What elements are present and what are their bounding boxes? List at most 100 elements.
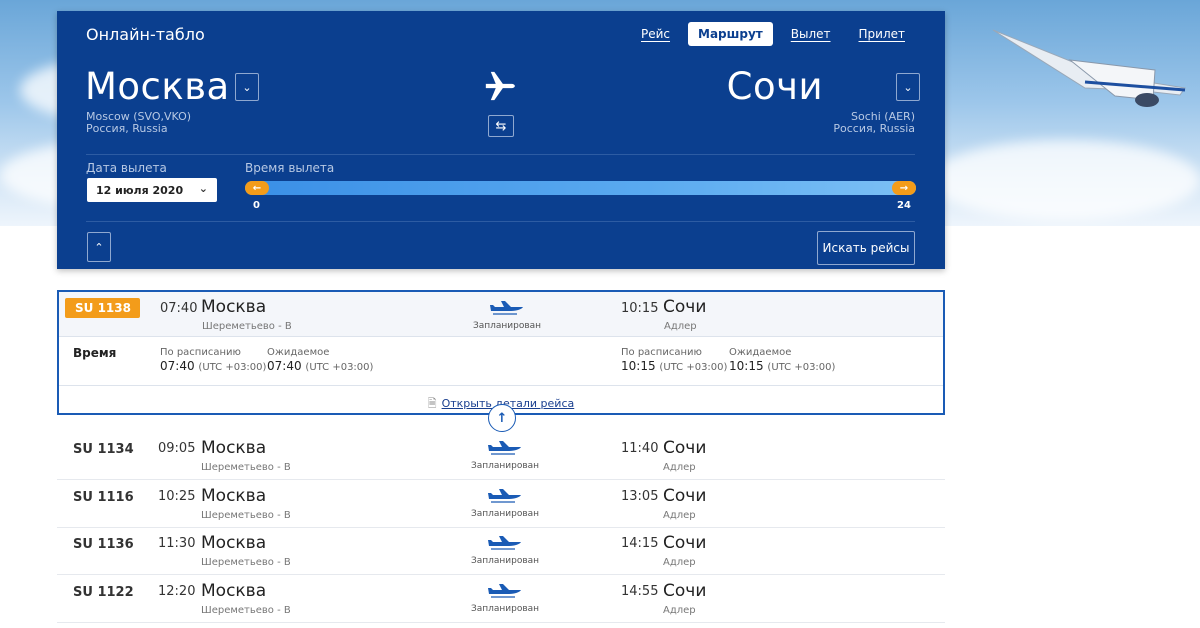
time-section-label: Время [73, 346, 117, 360]
dep-airport: Шереметьево - B [201, 510, 291, 521]
from-city: Москва [85, 65, 230, 108]
time-max: 24 [897, 200, 911, 211]
arr-airport: Адлер [663, 605, 696, 616]
arrow-left-icon: ← [252, 182, 262, 194]
collapse-row-button[interactable]: ↑ [488, 404, 516, 432]
swap-arrows-icon: ⇆ [495, 118, 507, 134]
arr-airport: Адлер [663, 557, 696, 568]
dep-expected-label: Ожидаемое [267, 347, 330, 358]
dep-city: Москва [201, 438, 267, 458]
arr-time: 11:40 [621, 441, 659, 456]
dep-city: Москва [201, 533, 267, 553]
dep-time: 10:25 [158, 489, 196, 504]
arr-time: 14:55 [621, 584, 659, 599]
arr-airport: Адлер [663, 510, 696, 521]
dep-city: Москва [201, 297, 267, 317]
arr-city: Сочи [663, 438, 707, 458]
divider [86, 154, 915, 155]
tab-flight[interactable]: Рейс [631, 22, 680, 46]
plane-status-icon [488, 489, 521, 503]
arrow-right-icon: → [899, 182, 909, 194]
dep-airport: Шереметьево - B [202, 321, 292, 332]
flight-row-expanded[interactable]: SU 1138 07:40 Москва Шереметьево - B Зап… [57, 290, 945, 415]
divider [86, 221, 915, 222]
arr-scheduled-value: 10:15 (UTC +03:00) [621, 359, 728, 373]
from-country: Россия, Russia [86, 122, 168, 135]
arr-expected-value: 10:15 (UTC +03:00) [729, 359, 836, 373]
flight-row[interactable]: SU 1136 11:30 Москва Шереметьево - B Зап… [57, 527, 945, 575]
status-text: Запланирован [470, 604, 540, 614]
expanded-header: SU 1138 07:40 Москва Шереметьево - B Зап… [59, 292, 943, 337]
dep-airport: Шереметьево - B [201, 462, 291, 473]
arr-city: Сочи [663, 297, 707, 317]
arr-time: 14:15 [621, 536, 659, 551]
date-select[interactable]: 12 июля 2020 ⌄ [87, 178, 217, 202]
date-value: 12 июля 2020 [96, 183, 184, 197]
airplane-icon [485, 71, 515, 101]
chevron-down-icon: ⌄ [903, 80, 913, 94]
arr-airport: Адлер [663, 462, 696, 473]
search-flights-button[interactable]: Искать рейсы [817, 231, 915, 265]
tab-route[interactable]: Маршрут [688, 22, 773, 46]
flight-row[interactable]: SU 1134 09:05 Москва Шереметьево - B Зап… [57, 432, 945, 480]
divider [59, 385, 943, 386]
status-text: Запланирован [470, 461, 540, 471]
plane-status-icon [488, 584, 521, 598]
arr-scheduled-label: По расписанию [621, 347, 702, 358]
arr-expected-label: Ожидаемое [729, 347, 792, 358]
range-handle-left[interactable]: ← [245, 181, 269, 195]
swap-cities-button[interactable]: ⇆ [488, 115, 514, 137]
arr-city: Сочи [663, 581, 707, 601]
airliner-photo [992, 29, 1186, 107]
to-city-dropdown[interactable]: ⌄ [896, 73, 920, 101]
search-panel: Онлайн-табло Рейс Маршрут Вылет Прилет М… [57, 11, 945, 269]
arr-time: 10:15 [621, 301, 659, 316]
arr-city: Сочи [663, 486, 707, 506]
arr-time: 13:05 [621, 489, 659, 504]
dep-city: Москва [201, 486, 267, 506]
dep-airport: Шереметьево - B [201, 557, 291, 568]
flight-number: SU 1122 [73, 585, 134, 600]
arr-city: Сочи [663, 533, 707, 553]
flight-row[interactable]: SU 1116 10:25 Москва Шереметьево - B Зап… [57, 480, 945, 528]
dep-time: 09:05 [158, 441, 196, 456]
plane-status-icon [488, 441, 521, 455]
chevron-down-icon: ⌄ [198, 182, 208, 195]
tab-departure[interactable]: Вылет [781, 22, 841, 46]
tabs: Рейс Маршрут Вылет Прилет [631, 22, 915, 46]
flight-number: SU 1136 [73, 537, 134, 552]
collapse-panel-button[interactable]: ⌃ [87, 232, 111, 262]
flight-number: SU 1116 [73, 490, 134, 505]
from-city-dropdown[interactable]: ⌄ [235, 73, 259, 101]
flight-number-badge: SU 1138 [65, 298, 140, 318]
dep-time: 12:20 [158, 584, 196, 599]
document-icon: 🗎 [427, 397, 437, 410]
flight-number: SU 1134 [73, 442, 134, 457]
dep-scheduled-label: По расписанию [160, 347, 241, 358]
plane-status-icon [490, 301, 523, 315]
status-text: Запланирован [472, 321, 542, 331]
dep-scheduled-value: 07:40 (UTC +03:00) [160, 359, 267, 373]
dep-airport: Шереметьево - B [201, 605, 291, 616]
arrow-up-icon: ↑ [496, 410, 508, 426]
to-country: Россия, Russia [833, 122, 915, 135]
time-label: Время вылета [245, 161, 335, 175]
time-range-slider[interactable]: ← → [245, 181, 916, 195]
arr-airport: Адлер [664, 321, 697, 332]
chevron-up-icon: ⌃ [94, 240, 104, 254]
chevron-down-icon: ⌄ [242, 80, 252, 94]
panel-title: Онлайн-табло [86, 25, 205, 44]
dep-time: 07:40 [160, 301, 198, 316]
time-min: 0 [253, 200, 260, 211]
status-text: Запланирован [470, 509, 540, 519]
to-city: Сочи [726, 65, 823, 108]
status-text: Запланирован [470, 556, 540, 566]
dep-expected-value: 07:40 (UTC +03:00) [267, 359, 374, 373]
flight-row[interactable]: SU 1122 12:20 Москва Шереметьево - B Зап… [57, 575, 945, 623]
tab-arrival[interactable]: Прилет [849, 22, 915, 46]
range-handle-right[interactable]: → [892, 181, 916, 195]
dep-city: Москва [201, 581, 267, 601]
plane-status-icon [488, 536, 521, 550]
dep-time: 11:30 [158, 536, 196, 551]
date-label: Дата вылета [86, 161, 167, 175]
